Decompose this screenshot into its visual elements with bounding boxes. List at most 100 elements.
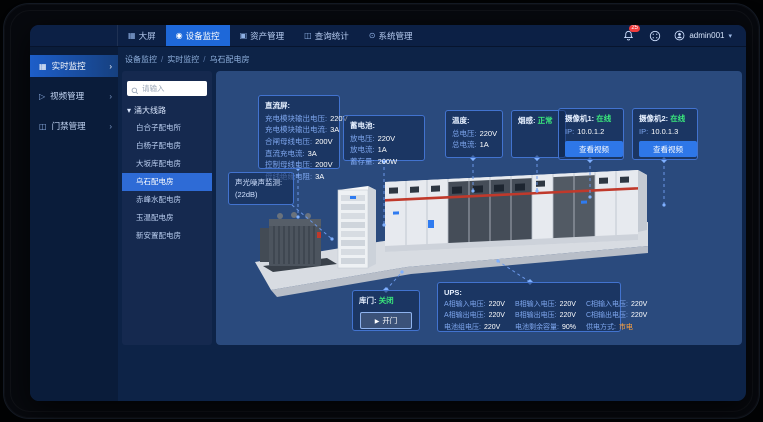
metric-label: 放电压: (350, 134, 375, 143)
chevron-right-icon: › (109, 62, 112, 71)
noise-value: (22dB) (235, 189, 287, 201)
metric-label: 充电模块输出电压: (265, 114, 327, 123)
nav-item-device-monitoring[interactable]: ◉ 设备监控 (166, 25, 230, 46)
nav-item-system-management[interactable]: ⊙ 系统管理 (359, 25, 423, 46)
sidebar-item-realtime-monitoring[interactable]: ▦ 实时监控 › (30, 55, 118, 77)
metric-value: 220V (378, 134, 396, 143)
battery-panel: 蓄电池: 放电压:220V 放电流:1A 蓄存量:200W (343, 115, 425, 161)
asset-icon: ▣ (240, 31, 248, 40)
sidebar-item-access-control[interactable]: ◫ 门禁管理 › (30, 115, 118, 137)
metric-label: A相输入电压: (444, 301, 486, 308)
nav-label: 资产管理 (250, 30, 284, 42)
tree-search-input[interactable] (127, 81, 207, 96)
breadcrumb-item[interactable]: 实时监控 (167, 54, 199, 65)
sidebar-item-video-management[interactable]: ▷ 视频管理 › (30, 85, 118, 107)
camera2-status: 在线 (670, 114, 685, 123)
nav-item-query-statistics[interactable]: ◫ 查询统计 (294, 25, 359, 46)
ups-metrics-grid: A相输入电压:220V B相输入电压:220V C相输入电压:220V A相输出… (444, 300, 614, 335)
tree-item-station[interactable]: 白杨子配电房 (122, 137, 212, 155)
smoke-status: 正常 (538, 116, 553, 125)
camera2-panel: 摄像机2: 在线 IP:10.0.1.3 查看视频 (632, 108, 698, 160)
ip-label: IP: (565, 127, 574, 136)
metric-value: 220V (631, 312, 647, 319)
tree-item-station[interactable]: 新安置配电房 (122, 227, 212, 245)
header-actions: 25 admin001 ▾ (622, 25, 746, 46)
monitor-grid-icon: ▦ (39, 62, 47, 71)
view-video-button[interactable]: 查看视频 (565, 141, 623, 157)
nav-label: 系统管理 (378, 30, 412, 42)
collapse-caret-icon: ▾ (127, 106, 131, 115)
breadcrumb-item-current: 乌石配电房 (209, 54, 249, 65)
metric-label: 直流充电流: (265, 149, 305, 158)
monitor-icon: ◉ (176, 31, 183, 40)
logo-area (30, 25, 118, 46)
chevron-down-icon: ▾ (728, 32, 732, 40)
panel-title: 烟感: 正常 (518, 115, 559, 127)
panel-title: 直流屏: (265, 100, 333, 112)
open-door-button[interactable]: ▶开门 (360, 312, 412, 329)
metric-value: 200W (378, 157, 398, 166)
metric-label: C相输入电压: (586, 301, 628, 308)
metric-label: 合闸母线电压: (265, 137, 312, 146)
tree-item-station[interactable]: 玉温配电房 (122, 209, 212, 227)
door-status: 关闭 (379, 296, 394, 305)
door-access-icon: ◫ (39, 122, 47, 131)
main-nav: ▦ 大屏 ◉ 设备监控 ▣ 资产管理 ◫ 查询统计 ⊙ 系统管理 (118, 25, 422, 46)
metric-value: 3A (330, 125, 339, 134)
wall-sensor (428, 220, 434, 228)
metric-label: 电池组电压: (444, 324, 481, 331)
top-header: ▦ 大屏 ◉ 设备监控 ▣ 资产管理 ◫ 查询统计 ⊙ 系统管理 (30, 25, 746, 47)
station-tree-panel: ▾ 涌大线路 白合子配电所 白杨子配电房 大坂库配电房 乌石配电房 赤峰水配电房… (122, 71, 212, 345)
metric-value: 3A (315, 172, 324, 181)
camera1-panel: 摄像机1: 在线 IP:10.0.1.2 查看视频 (558, 108, 624, 160)
panel-title: 库门: 关闭 (359, 295, 413, 307)
metric-label: 充电模块输出电流: (265, 125, 327, 134)
noise-label: 声光噪声监测: (235, 177, 287, 189)
metric-value: 220V (484, 324, 500, 331)
tree-item-station[interactable]: 赤峰水配电房 (122, 191, 212, 209)
username: admin001 (689, 31, 724, 40)
metric-value: 220V (489, 312, 505, 319)
metric-label: A相输出电压: (444, 312, 486, 319)
tree-item-station-selected[interactable]: 乌石配电房 (122, 173, 212, 191)
sidebar-item-label: 门禁管理 (52, 120, 86, 132)
camera2-ip: 10.0.1.3 (651, 127, 678, 136)
notification-badge: 25 (629, 25, 640, 32)
nav-label: 查询统计 (315, 30, 349, 42)
tree-item-station[interactable]: 大坂库配电房 (122, 155, 212, 173)
dc-screen-panel: 直流屏: 充电模块输出电压:220V 充电模块输出电流:3A 合闸母线电压:20… (258, 95, 340, 169)
metric-value: 220V (480, 129, 498, 138)
metric-value: 220V (560, 312, 576, 319)
panel-title: 温度: (452, 115, 496, 127)
user-menu[interactable]: admin001 ▾ (674, 30, 732, 41)
transformer (260, 212, 337, 272)
nav-item-dashboard[interactable]: ▦ 大屏 (118, 25, 166, 46)
device-mockup: ▦ 大屏 ◉ 设备监控 ▣ 资产管理 ◫ 查询统计 ⊙ 系统管理 (0, 0, 763, 422)
panel-title: 摄像机1: 在线 (565, 113, 617, 125)
tree-items: 白合子配电所 白杨子配电房 大坂库配电房 乌石配电房 赤峰水配电房 玉温配电房 … (127, 119, 207, 245)
app-window: ▦ 大屏 ◉ 设备监控 ▣ 资产管理 ◫ 查询统计 ⊙ 系统管理 (30, 25, 746, 401)
gear-icon: ⊙ (369, 31, 376, 40)
nav-label: 大屏 (139, 30, 156, 42)
fullscreen-icon[interactable] (648, 29, 661, 42)
camera1-ip: 10.0.1.2 (577, 127, 604, 136)
metric-value: 1A (480, 140, 489, 149)
chevron-right-icon: › (109, 92, 112, 101)
dashboard-icon: ▦ (128, 31, 136, 40)
breadcrumb: 设备监控 / 实时监控 / 乌石配电房 (118, 47, 746, 71)
panel-title: 蓄电池: (350, 120, 418, 132)
power-supply-mode-value: 市电 (619, 324, 633, 331)
tree-item-station[interactable]: 白合子配电所 (122, 119, 212, 137)
search-icon (131, 82, 139, 100)
nav-label: 设备监控 (186, 30, 220, 42)
nav-item-asset-management[interactable]: ▣ 资产管理 (230, 25, 295, 46)
breadcrumb-item[interactable]: 设备监控 (125, 54, 157, 65)
battery-cabinet (338, 186, 376, 268)
tree-root-node[interactable]: ▾ 涌大线路 (127, 105, 207, 116)
statistics-icon: ◫ (304, 31, 312, 40)
metric-label: 电池剩余容量: (515, 324, 559, 331)
metric-label: 蓄存量: (350, 157, 375, 166)
notification-bell-icon[interactable]: 25 (622, 29, 635, 42)
view-video-button[interactable]: 查看视频 (639, 141, 697, 157)
sidebar: ▦ 实时监控 › ▷ 视频管理 › ◫ 门禁管理 › (30, 47, 118, 401)
